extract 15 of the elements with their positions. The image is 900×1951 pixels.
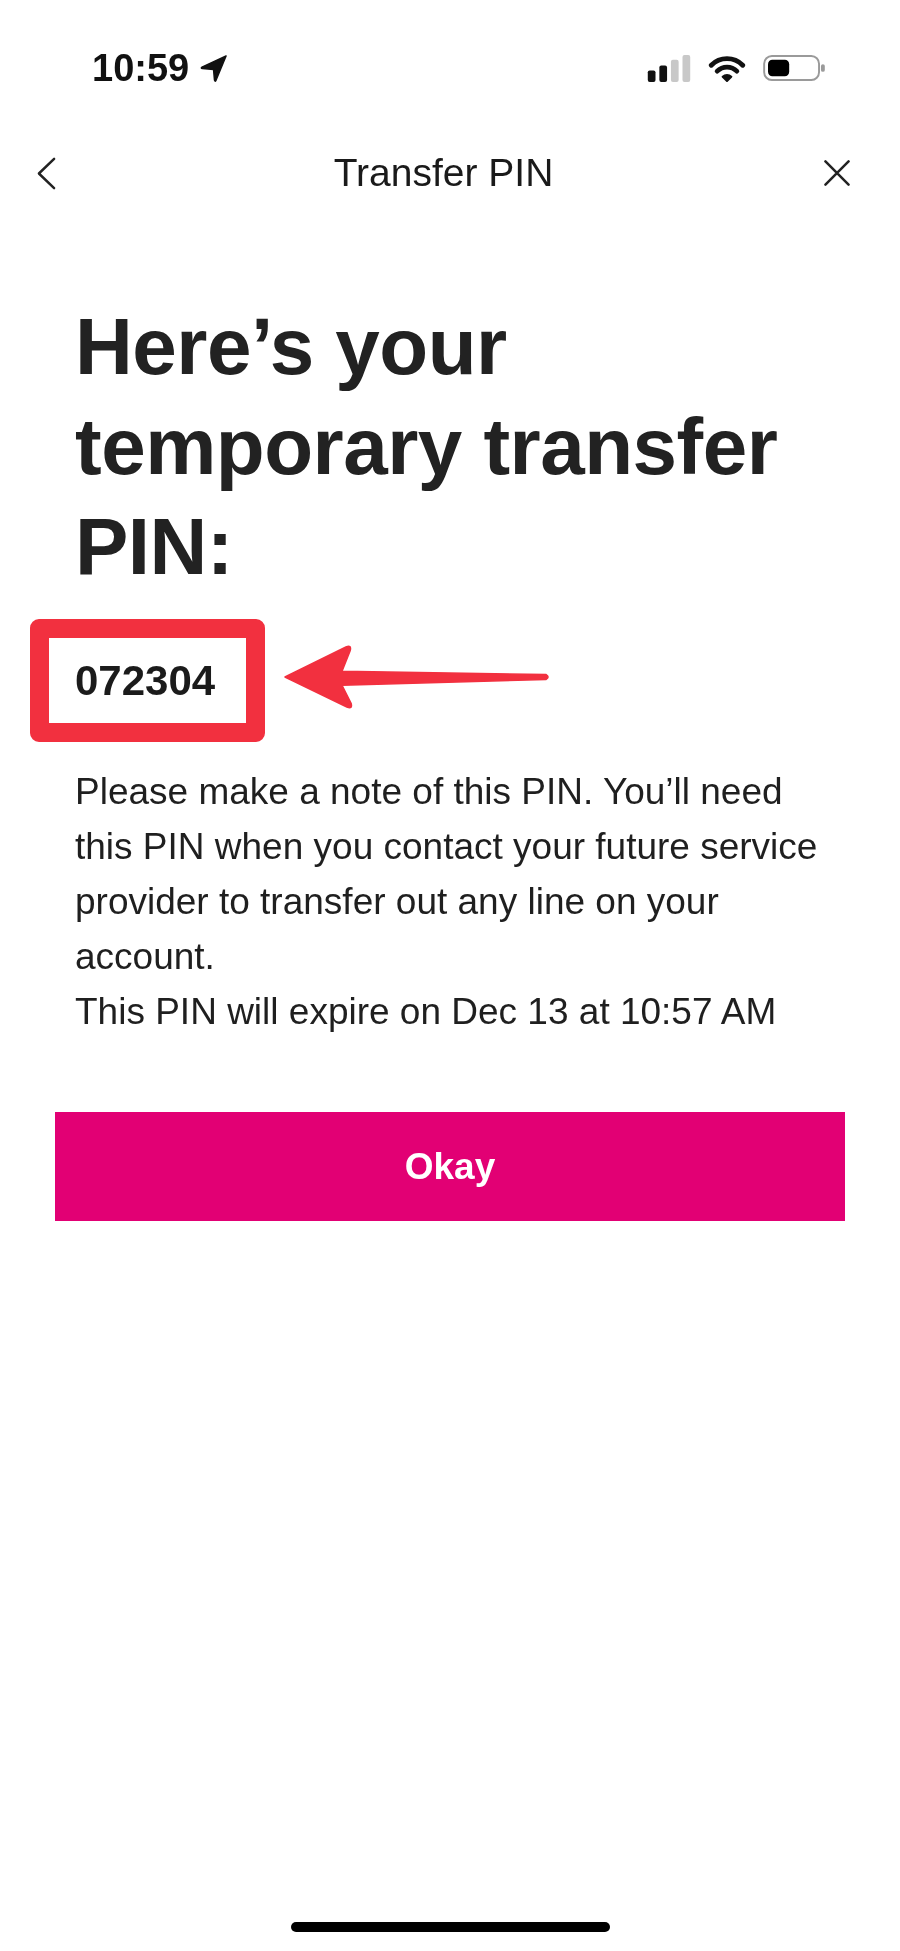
back-button[interactable]: [37, 156, 56, 190]
okay-button[interactable]: Okay: [55, 1112, 845, 1221]
wifi-icon: [708, 54, 746, 82]
close-icon: [824, 160, 850, 186]
screen-title: Transfer PIN: [333, 151, 554, 195]
status-time: 10:59: [92, 48, 190, 88]
battery-icon: [763, 55, 825, 81]
chevron-left-icon: [37, 156, 56, 190]
pin-instructions: Please make a note of this PIN. You’ll need this PIN when you contact your future service provider to transfer out any line on your account.: [75, 770, 819, 979]
close-button[interactable]: [824, 160, 850, 186]
page-heading: Here’s your temporary transfer PIN:: [75, 301, 779, 593]
signal-icon: [647, 54, 691, 82]
pin-code: 072304: [75, 657, 216, 704]
pin-expiry-note: This PIN will expire on Dec 13 at 10:57 AM: [75, 990, 777, 1034]
location-arrow-icon: [200, 54, 229, 82]
